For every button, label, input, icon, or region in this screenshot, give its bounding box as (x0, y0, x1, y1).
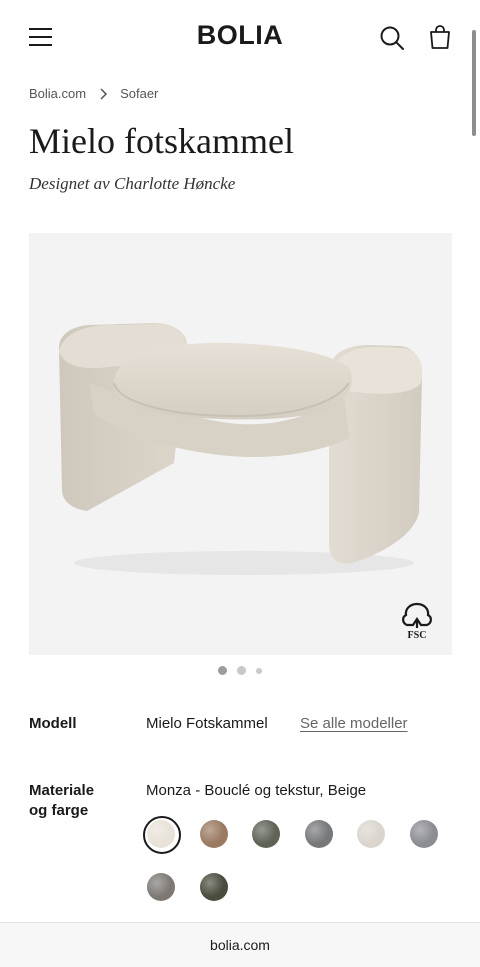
model-value: Mielo Fotskammel (146, 715, 268, 732)
product-title: Mielo fotskammel (29, 121, 294, 161)
breadcrumb-category-link[interactable]: Sofaer (120, 86, 158, 101)
color-swatch[interactable] (143, 816, 181, 854)
color-swatch[interactable] (304, 820, 333, 848)
color-swatch[interactable] (199, 873, 228, 901)
svg-text:FSC: FSC (408, 630, 427, 641)
material-label-line1: Materiale (29, 782, 95, 799)
page-scrollbar[interactable] (472, 30, 476, 136)
color-swatch[interactable] (147, 873, 175, 901)
material-label-line2: og farge (29, 802, 89, 819)
gallery-dot[interactable] (256, 667, 262, 674)
search-icon[interactable] (378, 24, 406, 52)
fsc-logo-icon: FSC (402, 602, 432, 641)
color-swatch[interactable] (409, 820, 438, 848)
shopping-bag-icon[interactable] (426, 23, 454, 51)
color-swatch[interactable] (357, 820, 385, 848)
browser-url[interactable]: bolia.com (0, 937, 480, 953)
breadcrumb: Bolia.com Sofaer (29, 86, 158, 101)
site-header: BOLIA (0, 0, 480, 74)
product-image-gallery[interactable]: FSC (29, 233, 452, 655)
brand-logo[interactable]: BOLIA (0, 20, 480, 51)
gallery-dot[interactable] (218, 666, 227, 675)
material-value: Monza - Bouclé og tekstur, Beige (146, 782, 367, 799)
browser-address-bar[interactable]: bolia.com (0, 922, 480, 967)
model-label: Modell (29, 715, 77, 732)
gallery-pagination (0, 666, 480, 675)
color-swatch[interactable] (199, 820, 228, 848)
see-all-models-link[interactable]: Se alle modeller (300, 715, 408, 732)
gallery-dot[interactable] (237, 666, 246, 675)
product-designer: Designet av Charlotte Høncke (29, 174, 236, 193)
chevron-right-icon (100, 87, 108, 100)
material-label: Materiale og farge (29, 781, 94, 821)
product-image (59, 323, 423, 575)
color-swatch[interactable] (252, 820, 280, 848)
breadcrumb-home-link[interactable]: Bolia.com (29, 86, 86, 101)
